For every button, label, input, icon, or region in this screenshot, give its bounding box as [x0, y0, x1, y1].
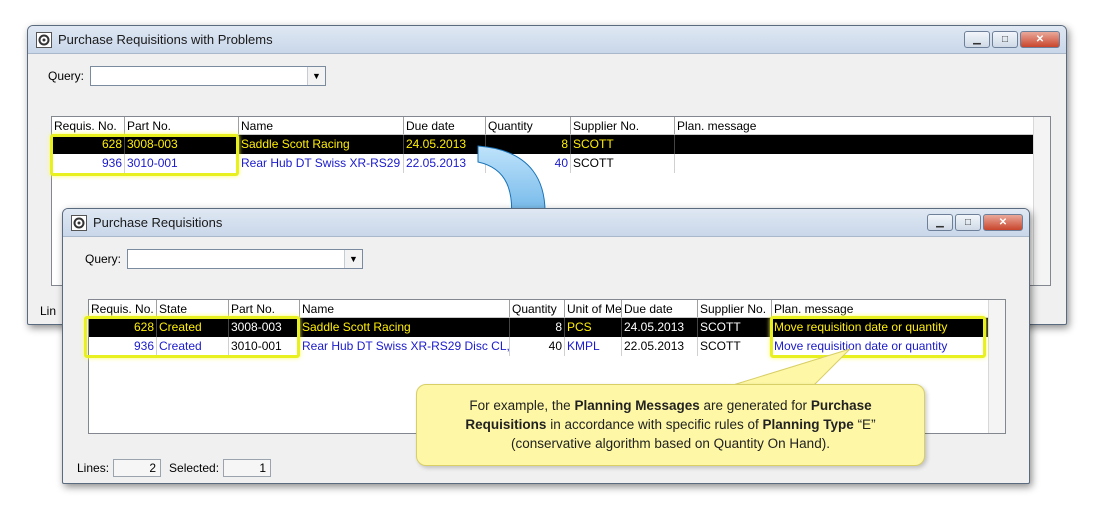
status-bar: Lin: [40, 304, 56, 318]
col-supplier-no[interactable]: Supplier No.: [571, 117, 675, 134]
query-label: Query:: [48, 69, 85, 83]
col-part-no[interactable]: Part No.: [229, 300, 300, 317]
vertical-scrollbar[interactable]: [1033, 117, 1050, 285]
app-gear-icon: [36, 31, 52, 48]
highlight-box-win2-ids: [84, 316, 300, 358]
title-bar[interactable]: Purchase Requisitions with Problems: [28, 26, 1066, 54]
minimize-button[interactable]: ▁: [927, 214, 953, 231]
minimize-button[interactable]: ▁: [964, 31, 990, 48]
col-name[interactable]: Name: [239, 117, 404, 134]
col-name[interactable]: Name: [300, 300, 510, 317]
chevron-down-icon[interactable]: ▼: [344, 250, 363, 268]
selected-value: 1: [223, 459, 272, 477]
col-due-date[interactable]: Due date: [404, 117, 486, 134]
window-title: Purchase Requisitions: [93, 215, 223, 230]
lines-label: Lines:: [77, 461, 110, 475]
window-controls: ▁ □ ✕: [964, 31, 1060, 48]
col-state[interactable]: State: [157, 300, 229, 317]
maximize-button[interactable]: □: [955, 214, 981, 231]
query-label: Query:: [85, 252, 122, 266]
selected-label: Selected:: [169, 461, 220, 475]
highlight-box-win1-ids: [50, 134, 239, 176]
col-plan-message[interactable]: Plan. message: [675, 117, 1033, 134]
col-quantity[interactable]: Quantity: [510, 300, 565, 317]
query-row: Query: ▼: [85, 249, 364, 269]
close-button[interactable]: ✕: [1020, 31, 1060, 48]
col-unit[interactable]: Unit of Me: [565, 300, 622, 317]
close-button[interactable]: ✕: [983, 214, 1023, 231]
chevron-down-icon[interactable]: ▼: [307, 67, 326, 85]
window-title: Purchase Requisitions with Problems: [58, 32, 273, 47]
query-dropdown[interactable]: ▼: [90, 66, 327, 86]
query-row: Query: ▼: [48, 66, 327, 86]
table-header: Requis. No. Part No. Name Due date Quant…: [52, 117, 1050, 135]
col-quantity[interactable]: Quantity: [486, 117, 571, 134]
col-requis-no[interactable]: Requis. No.: [52, 117, 125, 134]
maximize-button[interactable]: □: [992, 31, 1018, 48]
col-plan-message[interactable]: Plan. message: [772, 300, 990, 317]
callout-note: For example, the Planning Messages are g…: [416, 384, 925, 466]
status-bar: Lines: 2 Selected: 1: [77, 459, 279, 477]
query-dropdown[interactable]: ▼: [127, 249, 364, 269]
lines-label: Lin: [40, 304, 57, 318]
app-gear-icon: [71, 214, 87, 231]
lines-value: 2: [113, 459, 162, 477]
col-part-no[interactable]: Part No.: [125, 117, 239, 134]
window-controls: ▁ □ ✕: [927, 214, 1023, 231]
col-supplier-no[interactable]: Supplier No.: [698, 300, 772, 317]
col-due-date[interactable]: Due date: [622, 300, 698, 317]
col-requis-no[interactable]: Requis. No.: [89, 300, 157, 317]
vertical-scrollbar[interactable]: [988, 300, 1005, 433]
title-bar[interactable]: Purchase Requisitions: [63, 209, 1029, 237]
